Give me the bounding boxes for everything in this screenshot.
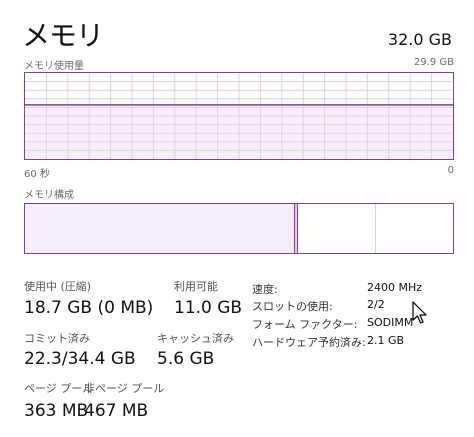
composition-in-use-segment[interactable] <box>25 204 296 253</box>
slots-value: 2/2 <box>367 298 385 311</box>
composition-label: メモリ構成 <box>24 190 74 201</box>
cached-value: 5.6 GB <box>157 349 215 369</box>
hardware-reserved-label: ハードウェア予約済み: <box>252 336 366 349</box>
slots-label: スロットの使用: <box>252 300 333 313</box>
composition-free-segment[interactable] <box>376 204 453 253</box>
mouse-cursor-icon <box>412 301 427 324</box>
memory-usage-graph-svg <box>25 73 453 159</box>
paged-pool-label: ページ プール <box>24 382 94 395</box>
committed-value: 22.3/34.4 GB <box>24 349 136 369</box>
in-use-label: 使用中 (圧縮) <box>24 280 92 293</box>
in-use-value: 18.7 GB (0 MB) <box>24 298 154 318</box>
usage-graph-max: 29.9 GB <box>413 57 454 68</box>
speed-value: 2400 MHz <box>367 281 423 294</box>
graph-time-left: 60 秒 <box>24 169 50 180</box>
total-memory: 32.0 GB <box>387 30 452 49</box>
graph-time-right: 0 <box>447 165 454 176</box>
nonpaged-pool-label: 非ページ プール <box>84 382 165 395</box>
usage-graph-label: メモリ使用量 <box>24 61 84 72</box>
available-value: 11.0 GB <box>174 298 243 318</box>
cached-label: キャッシュ済み <box>157 332 234 345</box>
form-factor-label: フォーム ファクター: <box>252 318 358 331</box>
page-title: メモリ <box>22 19 104 52</box>
composition-standby-segment[interactable] <box>297 204 377 253</box>
form-factor-value: SODIMM <box>367 316 414 329</box>
available-label: 利用可能 <box>174 280 218 293</box>
hardware-reserved-value: 2.1 GB <box>367 334 405 347</box>
paged-pool-value: 363 MB <box>24 401 89 421</box>
memory-usage-graph[interactable] <box>24 72 454 160</box>
speed-label: 速度: <box>252 283 278 296</box>
nonpaged-pool-value: 467 MB <box>84 401 149 421</box>
committed-label: コミット済み <box>24 332 90 345</box>
memory-composition-bar[interactable] <box>24 203 454 254</box>
